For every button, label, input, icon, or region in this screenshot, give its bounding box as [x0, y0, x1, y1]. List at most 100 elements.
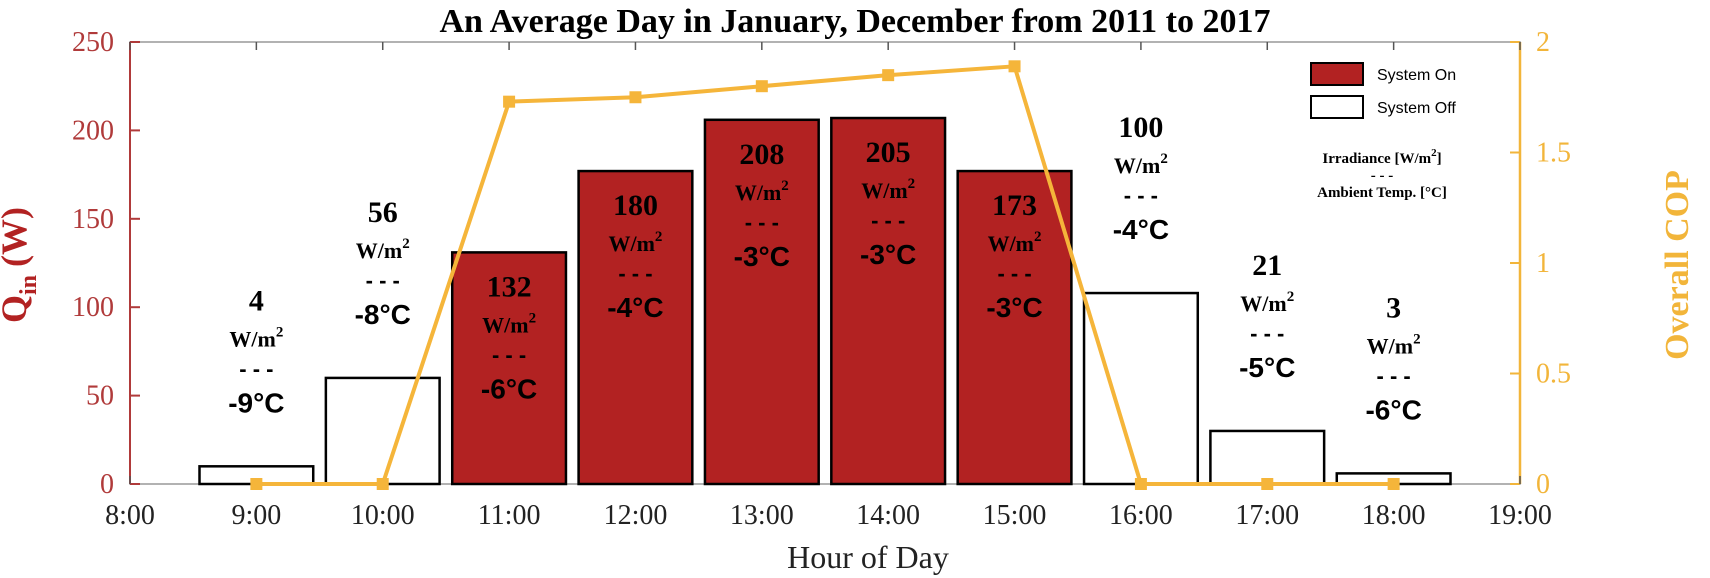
annotation-irradiance: 100: [1118, 111, 1163, 144]
key-irradiance-label: Irradiance [W/m2]: [1322, 147, 1441, 167]
cop-point: [629, 91, 642, 104]
y-left-label-main: Q: [0, 295, 34, 323]
annotation-unit-text: W/m: [608, 231, 654, 256]
y-left-tick-label: 100: [72, 292, 114, 323]
y-right-tick-label: 0.5: [1536, 359, 1571, 390]
annotation-irradiance: 3: [1386, 291, 1401, 324]
annotation-irradiance: 132: [487, 270, 532, 303]
annotation-temperature: -4°C: [1113, 214, 1169, 245]
annotation-temperature: -6°C: [1365, 394, 1421, 425]
annotation-temperature: -8°C: [355, 299, 411, 330]
annotation-irradiance: 205: [866, 136, 911, 169]
bar-system-on: [830, 116, 947, 486]
annotation-separator: - - -: [871, 208, 905, 233]
annotation-separator: - - -: [1124, 183, 1158, 208]
annotation-separator: - - -: [492, 342, 526, 367]
x-tick-label: 15:00: [983, 500, 1047, 531]
y-left-tick-label: 150: [72, 204, 114, 235]
y-left-tick-label: 0: [100, 469, 114, 500]
key-line1-text: Irradiance [W/m: [1322, 151, 1431, 167]
annotation-irradiance-unit: W/m2: [988, 229, 1042, 256]
annotation-unit-text: W/m: [356, 238, 402, 263]
y-left-tick-label: 250: [72, 27, 114, 58]
annotation-unit-sup: 2: [1287, 289, 1295, 305]
cop-point: [1134, 478, 1147, 490]
key-separator: - - -: [1371, 168, 1394, 184]
cop-point: [1261, 478, 1274, 490]
plot-area: 0 50 100 150 200 250 0 0.5 1 1.5 2 8:00 9:00 10:00 11:…: [72, 27, 1571, 531]
annotation-irradiance: 173: [992, 189, 1037, 222]
x-tick-label: 16:00: [1109, 500, 1173, 531]
x-tick-label: 14:00: [856, 500, 920, 531]
annotation-separator: - - -: [745, 210, 779, 235]
y-left-label-unit: (W): [0, 207, 34, 267]
annotation-irradiance-unit: W/m2: [229, 324, 283, 351]
annotation-temperature: -5°C: [1239, 352, 1295, 383]
annotation-unit-text: W/m: [735, 180, 781, 205]
legend-swatch: [1310, 95, 1364, 119]
annotation-separator: - - -: [997, 261, 1031, 286]
annotation-irradiance-unit: W/m2: [1240, 289, 1294, 316]
legend-label: System On: [1377, 67, 1456, 84]
y-left-tick-label: 50: [86, 381, 114, 412]
annotation-unit-text: W/m: [861, 178, 907, 203]
x-axis-label: Hour of Day: [787, 539, 949, 575]
annotation-unit-sup: 2: [276, 324, 284, 340]
annotation-temperature: -3°C: [986, 292, 1042, 323]
annotation-separator: - - -: [1250, 321, 1284, 346]
annotation-temperature: -4°C: [607, 292, 663, 323]
annotation-irradiance: 208: [739, 138, 784, 171]
annotation-unit-sup: 2: [1413, 331, 1421, 347]
annotation-temperature: -3°C: [860, 239, 916, 270]
annotation-unit-sup: 2: [529, 310, 537, 326]
cop-point: [250, 478, 263, 490]
annotation-unit-text: W/m: [988, 231, 1034, 256]
annotation-separator: - - -: [618, 261, 652, 286]
y-right-tick-label: 1.5: [1536, 138, 1571, 169]
cop-point: [1008, 60, 1021, 73]
annotation-irradiance-unit: W/m2: [356, 236, 410, 263]
bar-system-off: [324, 376, 441, 486]
annotation-irradiance-unit: W/m2: [861, 176, 915, 203]
annotation-unit-text: W/m: [1367, 333, 1413, 358]
annotation-unit-text: W/m: [482, 312, 528, 337]
y-right-tick-label: 0: [1536, 469, 1550, 500]
annotation-unit-sup: 2: [402, 236, 410, 252]
annotation-temperature: -9°C: [228, 387, 284, 418]
annotation-separator: - - -: [366, 268, 400, 293]
annotation-unit-text: W/m: [1114, 153, 1160, 178]
cop-point: [503, 95, 516, 108]
y-right-tick-label: 1: [1536, 248, 1550, 279]
annotation-separator: - - -: [1377, 363, 1411, 388]
x-tick-label: 19:00: [1488, 500, 1552, 531]
annotation-unit-text: W/m: [229, 326, 275, 351]
chart: An Average Day in January, December from…: [0, 3, 1696, 575]
annotation-separator: - - -: [239, 356, 273, 381]
key-line1-end: ]: [1437, 151, 1442, 167]
cop-point: [376, 478, 389, 490]
bar-system-off: [1082, 291, 1200, 486]
legend-label: System Off: [1377, 100, 1456, 117]
cop-point: [882, 69, 895, 82]
annotation-unit-sup: 2: [781, 178, 789, 194]
x-tick-label: 12:00: [604, 500, 668, 531]
annotation-unit-sup: 2: [655, 229, 663, 245]
annotation-unit-sup: 2: [1160, 151, 1168, 167]
annotation-irradiance: 56: [368, 196, 398, 229]
key-temperature-label: Ambient Temp. [°C]: [1317, 185, 1447, 201]
x-tick-label: 13:00: [730, 500, 794, 531]
annotation-irradiance: 21: [1252, 249, 1282, 282]
annotation-irradiance-unit: W/m2: [1114, 151, 1168, 178]
x-tick-label: 9:00: [231, 500, 281, 531]
x-tick-label: 18:00: [1362, 500, 1426, 531]
annotation-irradiance-unit: W/m2: [608, 229, 662, 256]
annotation-unit-sup: 2: [1034, 229, 1042, 245]
annotation-irradiance: 4: [249, 284, 264, 317]
y-left-label-sub: in: [16, 275, 42, 295]
y-axis-label-left: Qin (W): [0, 207, 42, 323]
y-left-tick-label: 200: [72, 115, 114, 146]
x-tick-label: 8:00: [105, 500, 155, 531]
x-tick-label: 10:00: [351, 500, 415, 531]
cop-point: [755, 80, 768, 93]
annotation-irradiance: 180: [613, 189, 658, 222]
